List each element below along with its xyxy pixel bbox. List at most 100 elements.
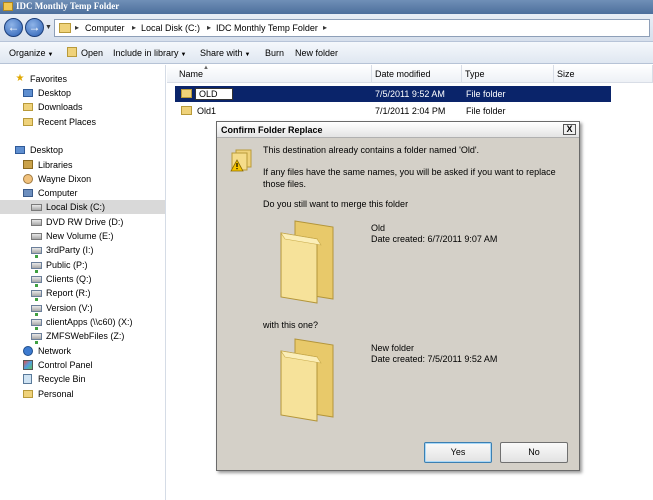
folder-icon (3, 2, 13, 11)
nav-drive-p[interactable]: Public (P:) (0, 258, 165, 273)
recycle-bin-icon (23, 374, 32, 384)
network-drive-icon (31, 276, 42, 287)
nav-drive-z[interactable]: ZMFSWebFiles (Z:) (0, 329, 165, 344)
folder-icon (23, 390, 33, 398)
dvd-drive-icon (31, 219, 42, 226)
arrow-left-icon: ← (7, 20, 20, 34)
nav-recycle-bin[interactable]: Recycle Bin (0, 372, 165, 386)
network-icon (23, 346, 33, 356)
breadcrumb-computer[interactable]: Computer (85, 23, 125, 33)
open-button[interactable]: Open (81, 48, 103, 58)
file-row-old1[interactable]: Old1 7/1/2011 2:04 PM File folder (175, 103, 611, 119)
window-title: IDC Monthly Temp Folder (16, 1, 120, 11)
include-in-library-button[interactable]: Include in library ▼ (113, 48, 186, 58)
nav-drive-x[interactable]: clientApps (\\c60) (X:) (0, 315, 165, 330)
address-bar[interactable]: ▸ Computer ▸ Local Disk (C:) ▸ IDC Month… (54, 19, 650, 37)
nav-drive-d[interactable]: DVD RW Drive (D:) (0, 215, 165, 229)
rename-input[interactable]: OLD (195, 88, 233, 100)
chevron-down-icon: ▼ (244, 52, 251, 58)
nav-desktop-root[interactable]: Desktop (0, 143, 165, 157)
file-row-old[interactable]: OLD 7/5/2011 9:52 AM File folder (175, 86, 611, 102)
source-folder-icon[interactable] (277, 219, 339, 305)
column-header-size[interactable]: Size (554, 65, 653, 83)
star-icon: ★ (15, 73, 25, 84)
chevron-right-icon: ▸ (75, 23, 80, 32)
chevron-down-icon: ▼ (47, 52, 54, 58)
dialog-message: This destination already contains a fold… (263, 145, 480, 155)
nav-downloads[interactable]: Downloads (0, 100, 165, 114)
target-folder-date: Date created: 7/5/2011 9:52 AM (371, 354, 498, 364)
chevron-right-icon[interactable]: ▸ (323, 23, 327, 32)
nav-network[interactable]: Network (0, 344, 165, 358)
sort-ascending-icon: ▲ (203, 65, 209, 71)
recent-places-icon (23, 118, 33, 126)
network-drive-icon (31, 305, 42, 316)
nav-computer[interactable]: Computer (0, 186, 165, 200)
libraries-icon (23, 160, 33, 169)
breadcrumb-local-disk[interactable]: Local Disk (C:) (141, 23, 200, 33)
network-drive-icon (31, 333, 42, 344)
chevron-down-icon: ▼ (180, 52, 187, 58)
nav-drive-q[interactable]: Clients (Q:) (0, 272, 165, 287)
organize-button[interactable]: Organize ▼ (9, 48, 53, 58)
open-folder-icon (67, 47, 77, 57)
dialog-title: Confirm Folder Replace (221, 125, 323, 135)
user-icon (23, 174, 33, 184)
nav-drive-e[interactable]: New Volume (E:) (0, 229, 165, 243)
share-with-button[interactable]: Share with ▼ (200, 48, 250, 58)
navigation-pane: ★ Favorites Desktop Downloads Recent Pla… (0, 65, 166, 500)
target-folder-icon[interactable] (277, 337, 339, 423)
nav-drive-c[interactable]: Local Disk (C:) (0, 200, 165, 214)
folder-icon (181, 89, 192, 98)
nav-libraries[interactable]: Libraries (0, 158, 165, 172)
dialog-titlebar: Confirm Folder Replace X (217, 122, 579, 138)
desktop-icon (23, 89, 33, 97)
nav-drive-v[interactable]: Version (V:) (0, 301, 165, 316)
chevron-right-icon[interactable]: ▸ (132, 23, 136, 32)
nav-control-panel[interactable]: Control Panel (0, 358, 165, 372)
chevron-down-icon: ▼ (45, 24, 52, 31)
column-header-name[interactable]: ▲ Name (167, 65, 372, 83)
network-drive-icon (31, 290, 42, 301)
command-bar: Organize ▼ Open Include in library ▼ Share… (0, 42, 653, 64)
forward-button[interactable]: → (25, 18, 44, 37)
nav-favorites[interactable]: ★ Favorites (0, 72, 165, 86)
nav-recent-places[interactable]: Recent Places (0, 115, 165, 129)
network-drive-icon (31, 319, 42, 330)
folder-icon (59, 23, 71, 33)
close-icon: X (566, 124, 573, 134)
recent-pages-dropdown[interactable]: ▼ (45, 24, 52, 31)
address-row: ← → ▼ ▸ Computer ▸ Local Disk (C:) ▸ IDC… (0, 14, 653, 42)
file-date: 7/5/2011 9:52 AM (375, 89, 445, 99)
nav-personal[interactable]: Personal (0, 387, 165, 401)
nav-drive-i[interactable]: 3rdParty (I:) (0, 243, 165, 258)
arrow-right-icon: → (28, 20, 41, 34)
yes-button[interactable]: Yes (424, 442, 492, 463)
file-type: File folder (466, 106, 506, 116)
back-button[interactable]: ← (4, 18, 23, 37)
close-button[interactable]: X (563, 124, 576, 135)
burn-button[interactable]: Burn (265, 48, 284, 58)
chevron-right-icon[interactable]: ▸ (207, 23, 211, 32)
computer-icon (23, 189, 33, 197)
source-folder-name: Old (371, 223, 386, 233)
network-drive-icon (31, 262, 42, 273)
network-drive-icon (31, 247, 42, 258)
confirm-folder-replace-dialog: Confirm Folder Replace X This destinatio… (216, 121, 580, 471)
nav-drive-r[interactable]: Report (R:) (0, 286, 165, 301)
no-button[interactable]: No (500, 442, 568, 463)
hard-drive-icon (31, 233, 42, 240)
desktop-icon (15, 146, 25, 154)
column-header-date-modified[interactable]: Date modified (372, 65, 462, 83)
nav-desktop[interactable]: Desktop (0, 86, 165, 100)
folder-icon (181, 106, 192, 115)
downloads-folder-icon (23, 103, 33, 111)
source-folder-date: Date created: 6/7/2011 9:07 AM (371, 234, 498, 244)
breadcrumb-current-folder[interactable]: IDC Monthly Temp Folder (216, 23, 318, 33)
dialog-detail: If any files have the same names, you wi… (263, 167, 556, 189)
nav-user[interactable]: Wayne Dixon (0, 172, 165, 186)
column-header-type[interactable]: Type (462, 65, 554, 83)
new-folder-button[interactable]: New folder (295, 48, 338, 58)
file-type: File folder (466, 89, 506, 99)
file-date: 7/1/2011 2:04 PM (375, 106, 446, 116)
